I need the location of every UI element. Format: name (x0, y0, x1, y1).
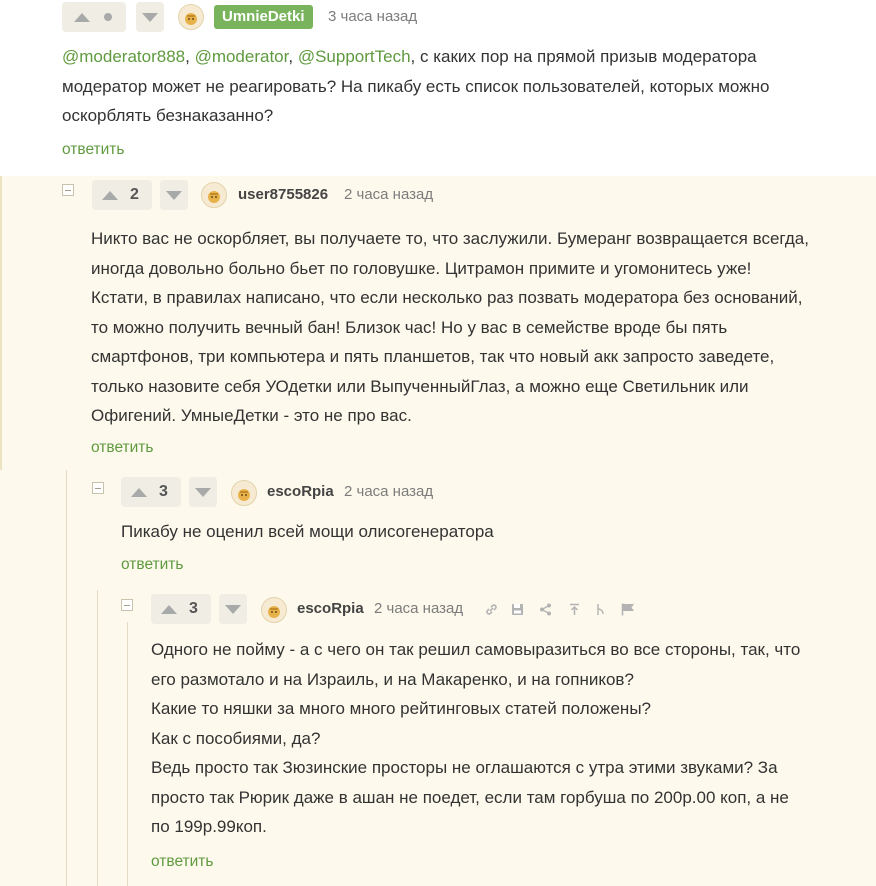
comment-body: Пикабу не оценил всей мощи олисогенерато… (121, 517, 861, 547)
avatar[interactable] (178, 4, 204, 30)
thread-indent-line (0, 176, 2, 470)
mention-link[interactable]: @SupportTech (298, 47, 411, 66)
report-flag-icon[interactable] (620, 601, 636, 617)
comment-text-line: иногда довольно больно бьет по головушке… (91, 258, 752, 278)
comment-time[interactable]: 2 часа назад (344, 482, 433, 502)
comment-text-line: только назовите себя УОдетки или Выпучен… (91, 376, 749, 396)
comment-body: Одного не пойму - а с чего он так решил … (151, 635, 861, 842)
comment-text-line: Кстати, в правилах написано, что если не… (91, 288, 803, 307)
avatar-image (268, 606, 280, 618)
upvote-icon[interactable] (161, 604, 177, 614)
minus-icon (65, 189, 71, 191)
avatar-image (238, 489, 250, 501)
collapse-toggle[interactable] (62, 184, 74, 196)
thread-indent-line (127, 622, 128, 886)
vote-pill (62, 2, 126, 32)
upvote-icon[interactable] (131, 487, 147, 497)
comment-text-line: модератор может не реагировать? На пикаб… (62, 76, 770, 96)
comment-text-line: смартфонов, три компьютера и пять планше… (91, 347, 775, 366)
mention-link[interactable]: @moderator (195, 47, 289, 66)
link-icon[interactable] (483, 601, 499, 617)
downvote-button[interactable] (136, 2, 164, 32)
downvote-button[interactable] (219, 594, 247, 624)
downvote-button[interactable] (160, 180, 188, 210)
comment-text-line: Какие то няшки за много много рейтинговы… (151, 699, 651, 718)
comment-text-line: по 199р.99коп. (151, 817, 267, 836)
comment-text-line: оскорблять безнаказанно? (62, 106, 274, 125)
vote-pill: 3 (151, 594, 211, 624)
thread-indent-line (66, 470, 67, 886)
branch-icon[interactable] (592, 601, 608, 617)
upvote-icon[interactable] (102, 190, 118, 200)
downvote-icon (166, 190, 182, 200)
comment-text-line: Офигений. УмныеДетки - это не про вас. (91, 406, 412, 425)
avatar-image (185, 13, 197, 25)
upvote-icon[interactable] (74, 12, 90, 22)
reply-link[interactable]: ответить (62, 140, 124, 160)
collapse-toggle[interactable] (92, 482, 104, 494)
downvote-icon (225, 604, 241, 614)
comment-text-line: Пикабу не оценил всей мощи олисогенерато… (121, 522, 494, 541)
comment-score: 3 (189, 600, 198, 617)
reply-link[interactable]: ответить (151, 852, 213, 872)
comment-text-line: просто так Рюрик даже в ашан не поедет, … (151, 787, 789, 807)
comment-time[interactable]: 3 часа назад (328, 7, 417, 27)
save-icon[interactable] (509, 601, 525, 617)
thread-indent-line (97, 590, 98, 886)
reply-link[interactable]: ответить (121, 555, 183, 575)
downvote-icon (195, 487, 211, 497)
vote-pill: 2 (92, 180, 152, 210)
avatar[interactable] (231, 480, 257, 506)
comment-author[interactable]: escoRpia (297, 599, 364, 619)
mention-link[interactable]: @moderator888 (62, 47, 185, 66)
comment-score: 2 (130, 186, 139, 203)
avatar-image (208, 191, 220, 203)
avatar[interactable] (201, 182, 227, 208)
downvote-button[interactable] (189, 477, 217, 507)
reply-link[interactable]: ответить (91, 438, 153, 458)
downvote-icon (142, 12, 158, 22)
comment-author[interactable]: escoRpia (267, 482, 334, 502)
vote-pill: 3 (121, 477, 181, 507)
comment-text-line: то можно получить вечный бан! Близок час… (91, 317, 728, 337)
minus-icon (95, 487, 101, 489)
comment-score: 3 (159, 483, 168, 500)
comment-text: , с каких пор на прямой призыв модератор… (410, 47, 757, 66)
share-icon[interactable] (537, 601, 553, 617)
minus-icon (124, 604, 130, 606)
comment-text-line: Ведь просто так Зюзинские просторы не ог… (151, 758, 778, 777)
avatar[interactable] (261, 597, 287, 623)
comment-time[interactable]: 2 часа назад (344, 185, 433, 205)
comment-text-line: Никто вас не оскорбляет, вы получаете то… (91, 229, 809, 248)
comment-body: @moderator888, @moderator, @SupportTech,… (62, 42, 862, 131)
comment-time[interactable]: 2 часа назад (374, 599, 463, 619)
go-to-parent-icon[interactable] (566, 601, 582, 617)
rating-hidden-dot-icon (104, 13, 112, 21)
comment-author[interactable]: user8755826 (238, 185, 328, 205)
comment-text-line: Как с пособиями, да? (151, 728, 321, 748)
comment-body: Никто вас не оскорбляет, вы получаете то… (91, 224, 871, 431)
author-badge[interactable]: UmnieDetki (214, 5, 313, 29)
collapse-toggle[interactable] (121, 599, 133, 611)
comment-text-line: Одного не пойму - а с чего он так решил … (151, 640, 801, 659)
comment-text-line: его размотало и на Израиль, и на Макарен… (151, 669, 634, 689)
